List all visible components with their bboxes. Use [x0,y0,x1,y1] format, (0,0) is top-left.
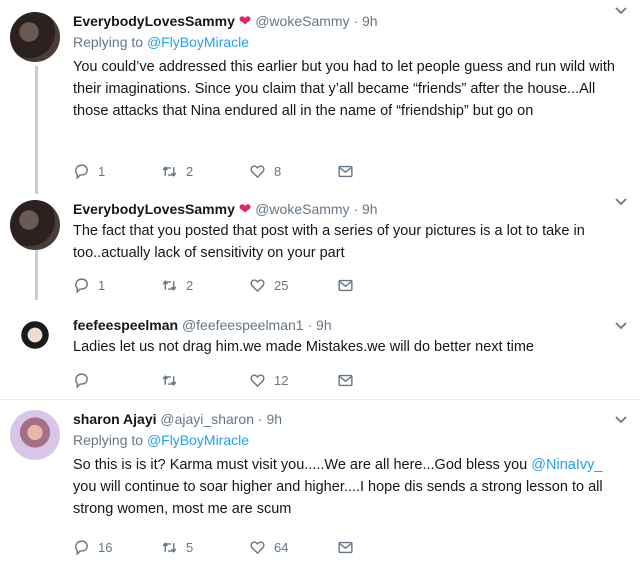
like-count: 64 [274,539,289,555]
tweet-header: sharon Ajayi @ajayi_sharon · 9h [73,408,622,430]
separator: · [307,317,313,333]
like-count: 8 [274,163,282,179]
tweet[interactable]: feefeespeelman @feefeespeelman1 · 9h Lad… [0,302,640,398]
reply-button[interactable]: 16 [73,539,161,556]
retweet-button[interactable]: 2 [161,163,249,180]
heart-icon [250,373,265,387]
reply-button[interactable]: 1 [73,277,161,294]
reply-count: 16 [98,539,113,555]
heart-icon [250,278,265,292]
tweet-text: The fact that you posted that post with … [73,223,585,261]
reply-icon [75,539,88,556]
mail-icon [338,541,353,553]
retweet-button[interactable]: 5 [161,539,249,556]
avatar[interactable] [10,12,60,62]
tweet-text: You could’ve addressed this earlier but … [73,59,615,119]
timestamp[interactable]: 9h [316,317,332,333]
mail-icon [338,279,353,291]
handle[interactable]: @wokeSammy [255,201,349,217]
tweet-actions: 16 5 64 [73,536,425,558]
like-button[interactable]: 64 [249,539,337,556]
tweet-actions: 1 2 25 [73,274,425,296]
retweet-icon [162,165,177,177]
tweet-actions: 1 2 8 [73,160,425,182]
chevron-down-icon[interactable] [614,194,628,210]
heart-emoji: ❤ [238,13,252,30]
tweet[interactable]: EverybodyLovesSammy ❤ @wokeSammy · 9h Re… [0,0,640,194]
dm-button[interactable] [337,163,425,180]
dm-button[interactable] [337,277,425,294]
separator: · [353,201,359,217]
tweet-text: So this is is it? Karma must visit you..… [73,454,622,520]
avatar[interactable] [10,200,60,250]
timestamp[interactable]: 9h [362,201,378,217]
like-count: 25 [274,277,289,293]
heart-icon [250,540,265,554]
retweet-count: 5 [186,539,194,555]
retweet-button[interactable] [161,372,249,389]
like-button[interactable]: 12 [249,372,337,389]
handle[interactable]: @ajayi_sharon [160,411,254,427]
separator: · [257,411,263,427]
heart-emoji: ❤ [238,201,252,218]
retweet-button[interactable]: 2 [161,277,249,294]
reply-button[interactable]: 1 [73,163,161,180]
tweet-actions: 12 [73,369,425,391]
mail-icon [338,374,353,386]
avatar[interactable] [10,316,60,366]
reply-icon [75,372,88,389]
separator: · [353,13,359,29]
timestamp[interactable]: 9h [266,411,282,427]
retweet-icon [162,279,177,291]
dm-button[interactable] [337,372,425,389]
timestamp[interactable]: 9h [362,13,378,29]
replying-to: Replying to @FlyBoyMiracle [73,32,622,52]
reply-icon [75,277,88,294]
reply-count: 1 [98,163,106,179]
retweet-count: 2 [186,277,194,293]
like-button[interactable]: 8 [249,163,337,180]
tweet-text-part: So this is is it? Karma must visit you..… [73,457,532,473]
chevron-down-icon[interactable] [614,412,628,428]
tweet[interactable]: sharon Ajayi @ajayi_sharon · 9h Replying… [0,400,640,567]
retweet-icon [162,374,177,386]
tweet-header: EverybodyLovesSammy ❤ @wokeSammy · 9h [73,198,622,220]
tweet-text-part: you will continue to soar higher and hig… [73,479,603,517]
reply-icon [75,163,88,180]
retweet-icon [162,541,177,553]
handle[interactable]: @wokeSammy [255,13,349,29]
tweet-header: EverybodyLovesSammy ❤ @wokeSammy · 9h [73,10,622,32]
display-name[interactable]: feefeespeelman [73,317,178,333]
reply-count: 1 [98,277,106,293]
like-count: 12 [274,372,289,388]
replying-to-label: Replying to [73,432,144,448]
replying-to-label: Replying to [73,34,144,50]
mention-link[interactable]: @NinaIvy_ [531,457,602,473]
heart-icon [250,164,265,178]
reply-to-mention[interactable]: @FlyBoyMiracle [147,34,249,50]
dm-button[interactable] [337,539,425,556]
mail-icon [338,165,353,177]
tweet[interactable]: EverybodyLovesSammy ❤ @wokeSammy · 9h Th… [0,194,640,302]
tweet-header: feefeespeelman @feefeespeelman1 · 9h [73,314,622,336]
display-name[interactable]: sharon Ajayi [73,411,157,427]
display-name[interactable]: EverybodyLovesSammy [73,13,235,29]
reply-to-mention[interactable]: @FlyBoyMiracle [147,432,249,448]
chevron-down-icon[interactable] [614,318,628,334]
display-name[interactable]: EverybodyLovesSammy [73,201,235,217]
like-button[interactable]: 25 [249,277,337,294]
tweet-text: Ladies let us not drag him.we made Mista… [73,339,534,355]
chevron-down-icon[interactable] [614,3,628,19]
retweet-count: 2 [186,163,194,179]
avatar[interactable] [10,410,60,460]
handle[interactable]: @feefeespeelman1 [182,317,304,333]
reply-button[interactable] [73,372,161,389]
replying-to: Replying to @FlyBoyMiracle [73,430,622,450]
